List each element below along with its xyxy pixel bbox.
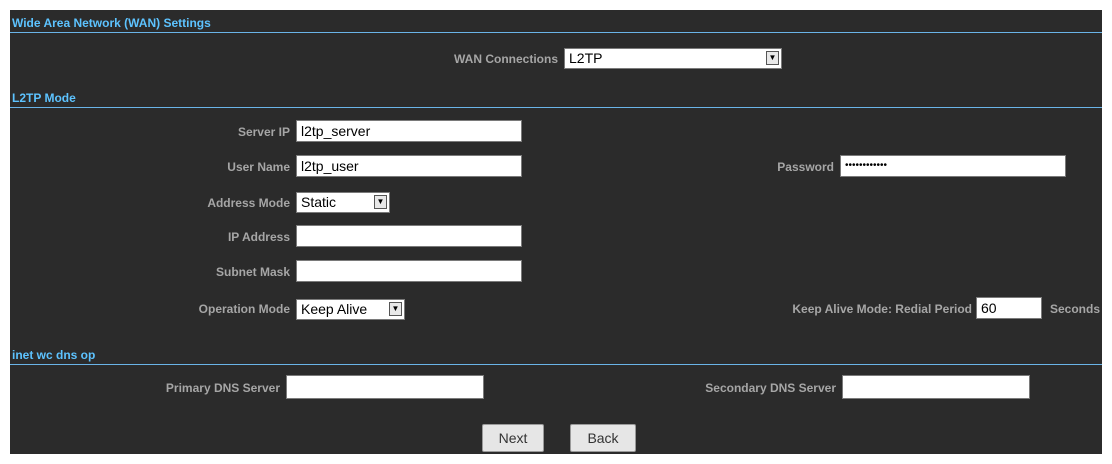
address-mode-value: Static (301, 194, 337, 210)
wan-connections-label: WAN Connections (454, 52, 558, 66)
ip-address-input[interactable] (296, 225, 522, 247)
redial-unit-label: Seconds (1050, 302, 1101, 316)
wan-connections-select[interactable]: L2TP ▼ (564, 48, 782, 69)
operation-mode-value: Keep Alive (301, 301, 368, 317)
l2tp-section-title: L2TP Mode (12, 91, 76, 105)
user-name-label: User Name (227, 160, 290, 174)
password-input[interactable]: •••••••••••• (840, 155, 1066, 177)
wan-settings-panel: Wide Area Network (WAN) Settings WAN Con… (10, 10, 1102, 454)
address-mode-select[interactable]: Static ▼ (296, 192, 390, 213)
wan-section-title: Wide Area Network (WAN) Settings (12, 16, 211, 30)
l2tp-section-divider (10, 107, 1102, 108)
secondary-dns-label: Secondary DNS Server (705, 381, 836, 395)
back-button[interactable]: Back (570, 424, 636, 452)
address-mode-label: Address Mode (207, 196, 290, 210)
ip-address-label: IP Address (227, 230, 290, 244)
dns-section-divider (10, 364, 1102, 365)
chevron-down-icon: ▼ (766, 51, 779, 65)
redial-period-input[interactable]: 60 (976, 297, 1042, 319)
server-ip-input[interactable]: l2tp_server (296, 120, 522, 142)
primary-dns-input[interactable] (286, 375, 484, 399)
subnet-mask-input[interactable] (296, 260, 522, 282)
dns-section-title: inet wc dns op (12, 348, 96, 362)
next-button[interactable]: Next (482, 424, 544, 452)
chevron-down-icon: ▼ (389, 302, 402, 316)
subnet-mask-label: Subnet Mask (215, 265, 290, 279)
redial-period-label: Keep Alive Mode: Redial Period (792, 302, 972, 316)
operation-mode-select[interactable]: Keep Alive ▼ (296, 299, 405, 320)
operation-mode-label: Operation Mode (198, 302, 290, 316)
password-label: Password (777, 160, 834, 174)
server-ip-label: Server IP (237, 125, 290, 139)
wan-section-divider (10, 32, 1102, 33)
user-name-input[interactable]: l2tp_user (296, 155, 522, 177)
primary-dns-label: Primary DNS Server (165, 381, 280, 395)
wan-connections-value: L2TP (569, 50, 603, 66)
chevron-down-icon: ▼ (374, 195, 387, 209)
secondary-dns-input[interactable] (842, 375, 1030, 399)
